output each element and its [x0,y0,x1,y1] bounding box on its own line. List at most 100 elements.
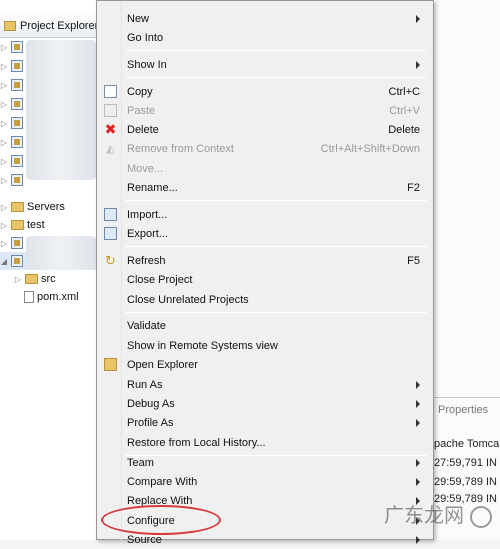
project-icon [11,155,23,167]
menu-item-compare-with[interactable]: Compare With [100,472,430,491]
shortcut: Ctrl+C [388,85,420,98]
refresh-icon: ↻ [105,253,116,268]
menu-label: Profile As [127,416,174,429]
menu-item-import[interactable]: Import... [100,205,430,224]
menu-item-paste[interactable]: Paste Ctrl+V [100,101,430,120]
menu-item-new[interactable]: New [100,9,430,28]
project-explorer-title: Project Explorer [20,19,99,32]
menu-item-team[interactable]: Team [100,453,430,472]
expand-icon[interactable]: ▷ [0,62,8,71]
menu-item-delete[interactable]: ✖ Delete Delete [100,120,430,139]
context-menu: New Go Into Show In Copy Ctrl+C Paste Ctrl… [96,0,434,546]
menu-item-validate[interactable]: Validate [100,316,430,335]
project-icon [11,136,23,148]
folder-icon [11,220,24,230]
menu-separator [125,50,427,51]
menu-item-rename[interactable]: Rename... F2 [100,178,430,197]
menu-label: Copy [127,85,153,98]
shortcut: F2 [407,181,420,194]
expand-icon[interactable]: ▷ [0,239,8,248]
expand-icon[interactable]: ▷ [0,81,8,90]
import-icon [104,208,117,221]
expand-icon[interactable]: ▷ [0,119,8,128]
console-line: 29:59,789 IN [434,476,497,488]
obscured-project-names [26,236,96,270]
submenu-arrow-icon [416,458,420,467]
tree-row-servers[interactable]: ▷ Servers [0,198,100,216]
export-icon [104,227,117,240]
menu-separator [125,246,427,247]
obscured-project-names [26,40,96,180]
expand-icon[interactable]: ▷ [14,275,22,284]
menu-label: Go Into [127,31,164,44]
menu-label: Refresh [127,254,166,267]
shortcut: Delete [388,123,420,136]
submenu-arrow-icon [416,14,420,23]
expand-icon[interactable]: ▷ [0,138,8,147]
menu-item-show-remote-systems[interactable]: Show in Remote Systems view [100,336,430,355]
menu-label: New [127,12,150,25]
project-explorer-icon [4,20,16,31]
submenu-arrow-icon [416,477,420,486]
remove-context-icon: ◭ [106,143,115,155]
tree-label-servers: Servers [27,201,65,213]
menu-label: Show in Remote Systems view [127,339,278,352]
project-icon [11,117,23,129]
tree-row-test[interactable]: ▷ test [0,216,100,234]
project-explorer-tab[interactable]: Project Explorer [0,14,110,38]
delete-icon: ✖ [104,121,117,137]
menu-item-debug-as[interactable]: Debug As [100,394,430,413]
menu-item-show-in[interactable]: Show In [100,55,430,74]
expand-icon[interactable]: ▷ [0,100,8,109]
menu-label: Export... [127,227,168,240]
copy-icon [104,85,117,98]
menu-label: Open Explorer [127,358,198,371]
menu-label: Team [127,456,154,469]
project-icon [11,79,23,91]
tree-label-pom: pom.xml [37,291,79,303]
expand-icon[interactable]: ▷ [0,176,8,185]
watermark-logo-icon [470,506,492,528]
menu-item-run-as[interactable]: Run As [100,375,430,394]
menu-separator [125,312,427,313]
menu-label: Close Project [127,273,193,286]
menu-separator [125,200,427,201]
properties-tab[interactable]: Properties [430,397,500,421]
properties-tab-label: Properties [438,403,489,416]
menu-item-remove-from-context[interactable]: ◭ Remove from Context Ctrl+Alt+Shift+Down [100,139,430,158]
menu-item-close-project[interactable]: Close Project [100,270,430,289]
expand-icon[interactable]: ▷ [0,43,8,52]
expand-icon[interactable]: ▷ [0,221,8,230]
menu-item-open-explorer[interactable]: Open Explorer [100,355,430,374]
collapse-icon[interactable]: ◢ [0,257,8,266]
shortcut: Ctrl+V [389,104,420,117]
expand-icon[interactable]: ▷ [0,203,8,212]
menu-label: Rename... [127,181,178,194]
menu-label: Compare With [127,475,198,488]
server-label: pache Tomca [434,438,500,450]
tree-label-test: test [27,219,45,231]
menu-label: Debug As [127,397,175,410]
menu-item-restore-local-history[interactable]: Restore from Local History... [100,433,430,452]
folder-icon [104,358,117,371]
folder-icon [25,274,38,284]
project-icon [11,255,23,267]
shortcut: Ctrl+Alt+Shift+Down [320,142,420,155]
menu-label: Close Unrelated Projects [127,293,249,306]
menu-item-refresh[interactable]: ↻ Refresh F5 [100,251,430,270]
watermark-text: 广东龙网 [384,503,464,527]
configure-highlight-annotation [101,505,221,535]
xml-file-icon [24,291,34,303]
submenu-arrow-icon [416,418,420,427]
menu-label: Delete [127,123,159,136]
menu-item-profile-as[interactable]: Profile As [100,413,430,432]
paste-icon [104,104,117,117]
menu-item-export[interactable]: Export... [100,224,430,243]
menu-item-move[interactable]: Move... [100,159,430,178]
menu-item-copy[interactable]: Copy Ctrl+C [100,82,430,101]
project-icon [11,41,23,53]
expand-icon[interactable]: ▷ [0,157,8,166]
menu-item-close-unrelated-projects[interactable]: Close Unrelated Projects [100,290,430,309]
menu-label: Move... [127,162,164,175]
menu-item-go-into[interactable]: Go Into [100,28,430,47]
